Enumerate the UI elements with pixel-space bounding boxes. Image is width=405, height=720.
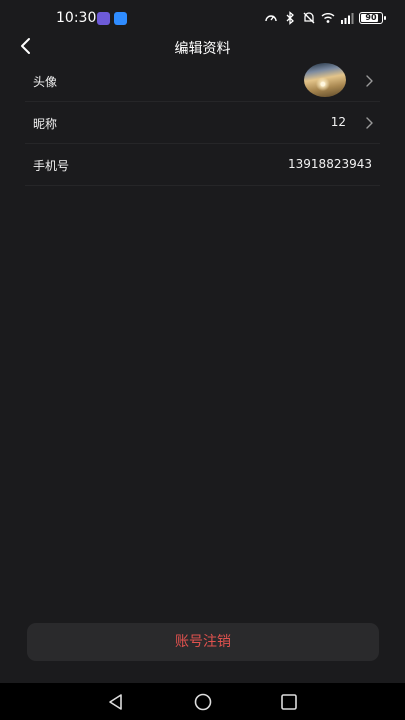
nav-recent-apps-icon[interactable]: [279, 692, 299, 712]
signal-icon: [341, 13, 354, 24]
cloud-notification-icon: [114, 12, 127, 25]
chevron-right-icon: [366, 75, 373, 87]
app-notification-icon: [97, 12, 110, 25]
status-bar: 10:30 90: [0, 0, 405, 36]
screen: 10:30 90 编辑资料 头像 昵称 12 手机号 13918823943 账…: [0, 0, 405, 720]
status-time: 10:30: [56, 10, 97, 26]
nickname-row[interactable]: 昵称 12: [25, 102, 380, 144]
nickname-label: 昵称: [33, 117, 58, 131]
status-icons: 90: [264, 9, 386, 27]
avatar-label: 头像: [33, 75, 58, 89]
nav-back-icon[interactable]: [106, 692, 126, 712]
phone-row: 手机号 13918823943: [25, 144, 380, 186]
avatar-row[interactable]: 头像: [25, 60, 380, 102]
page-title: 编辑资料: [174, 41, 231, 57]
battery-level: 90: [365, 13, 377, 22]
nav-home-icon[interactable]: [193, 692, 213, 712]
system-nav-bar: [0, 683, 405, 720]
phone-value: 13918823943: [288, 157, 372, 171]
profile-list: 头像 昵称 12 手机号 13918823943: [25, 60, 380, 186]
phone-label: 手机号: [33, 159, 70, 173]
avatar[interactable]: [304, 63, 346, 97]
mute-icon: [303, 12, 315, 24]
deactivate-account-button[interactable]: 账号注销: [27, 623, 379, 661]
header: 编辑资料: [0, 32, 405, 60]
bluetooth-icon: [286, 11, 294, 25]
wifi-icon: [321, 13, 335, 23]
speed-icon: [265, 15, 277, 22]
nickname-value: 12: [330, 115, 346, 129]
battery-icon: 90: [359, 12, 386, 24]
chevron-right-icon: [366, 117, 373, 129]
